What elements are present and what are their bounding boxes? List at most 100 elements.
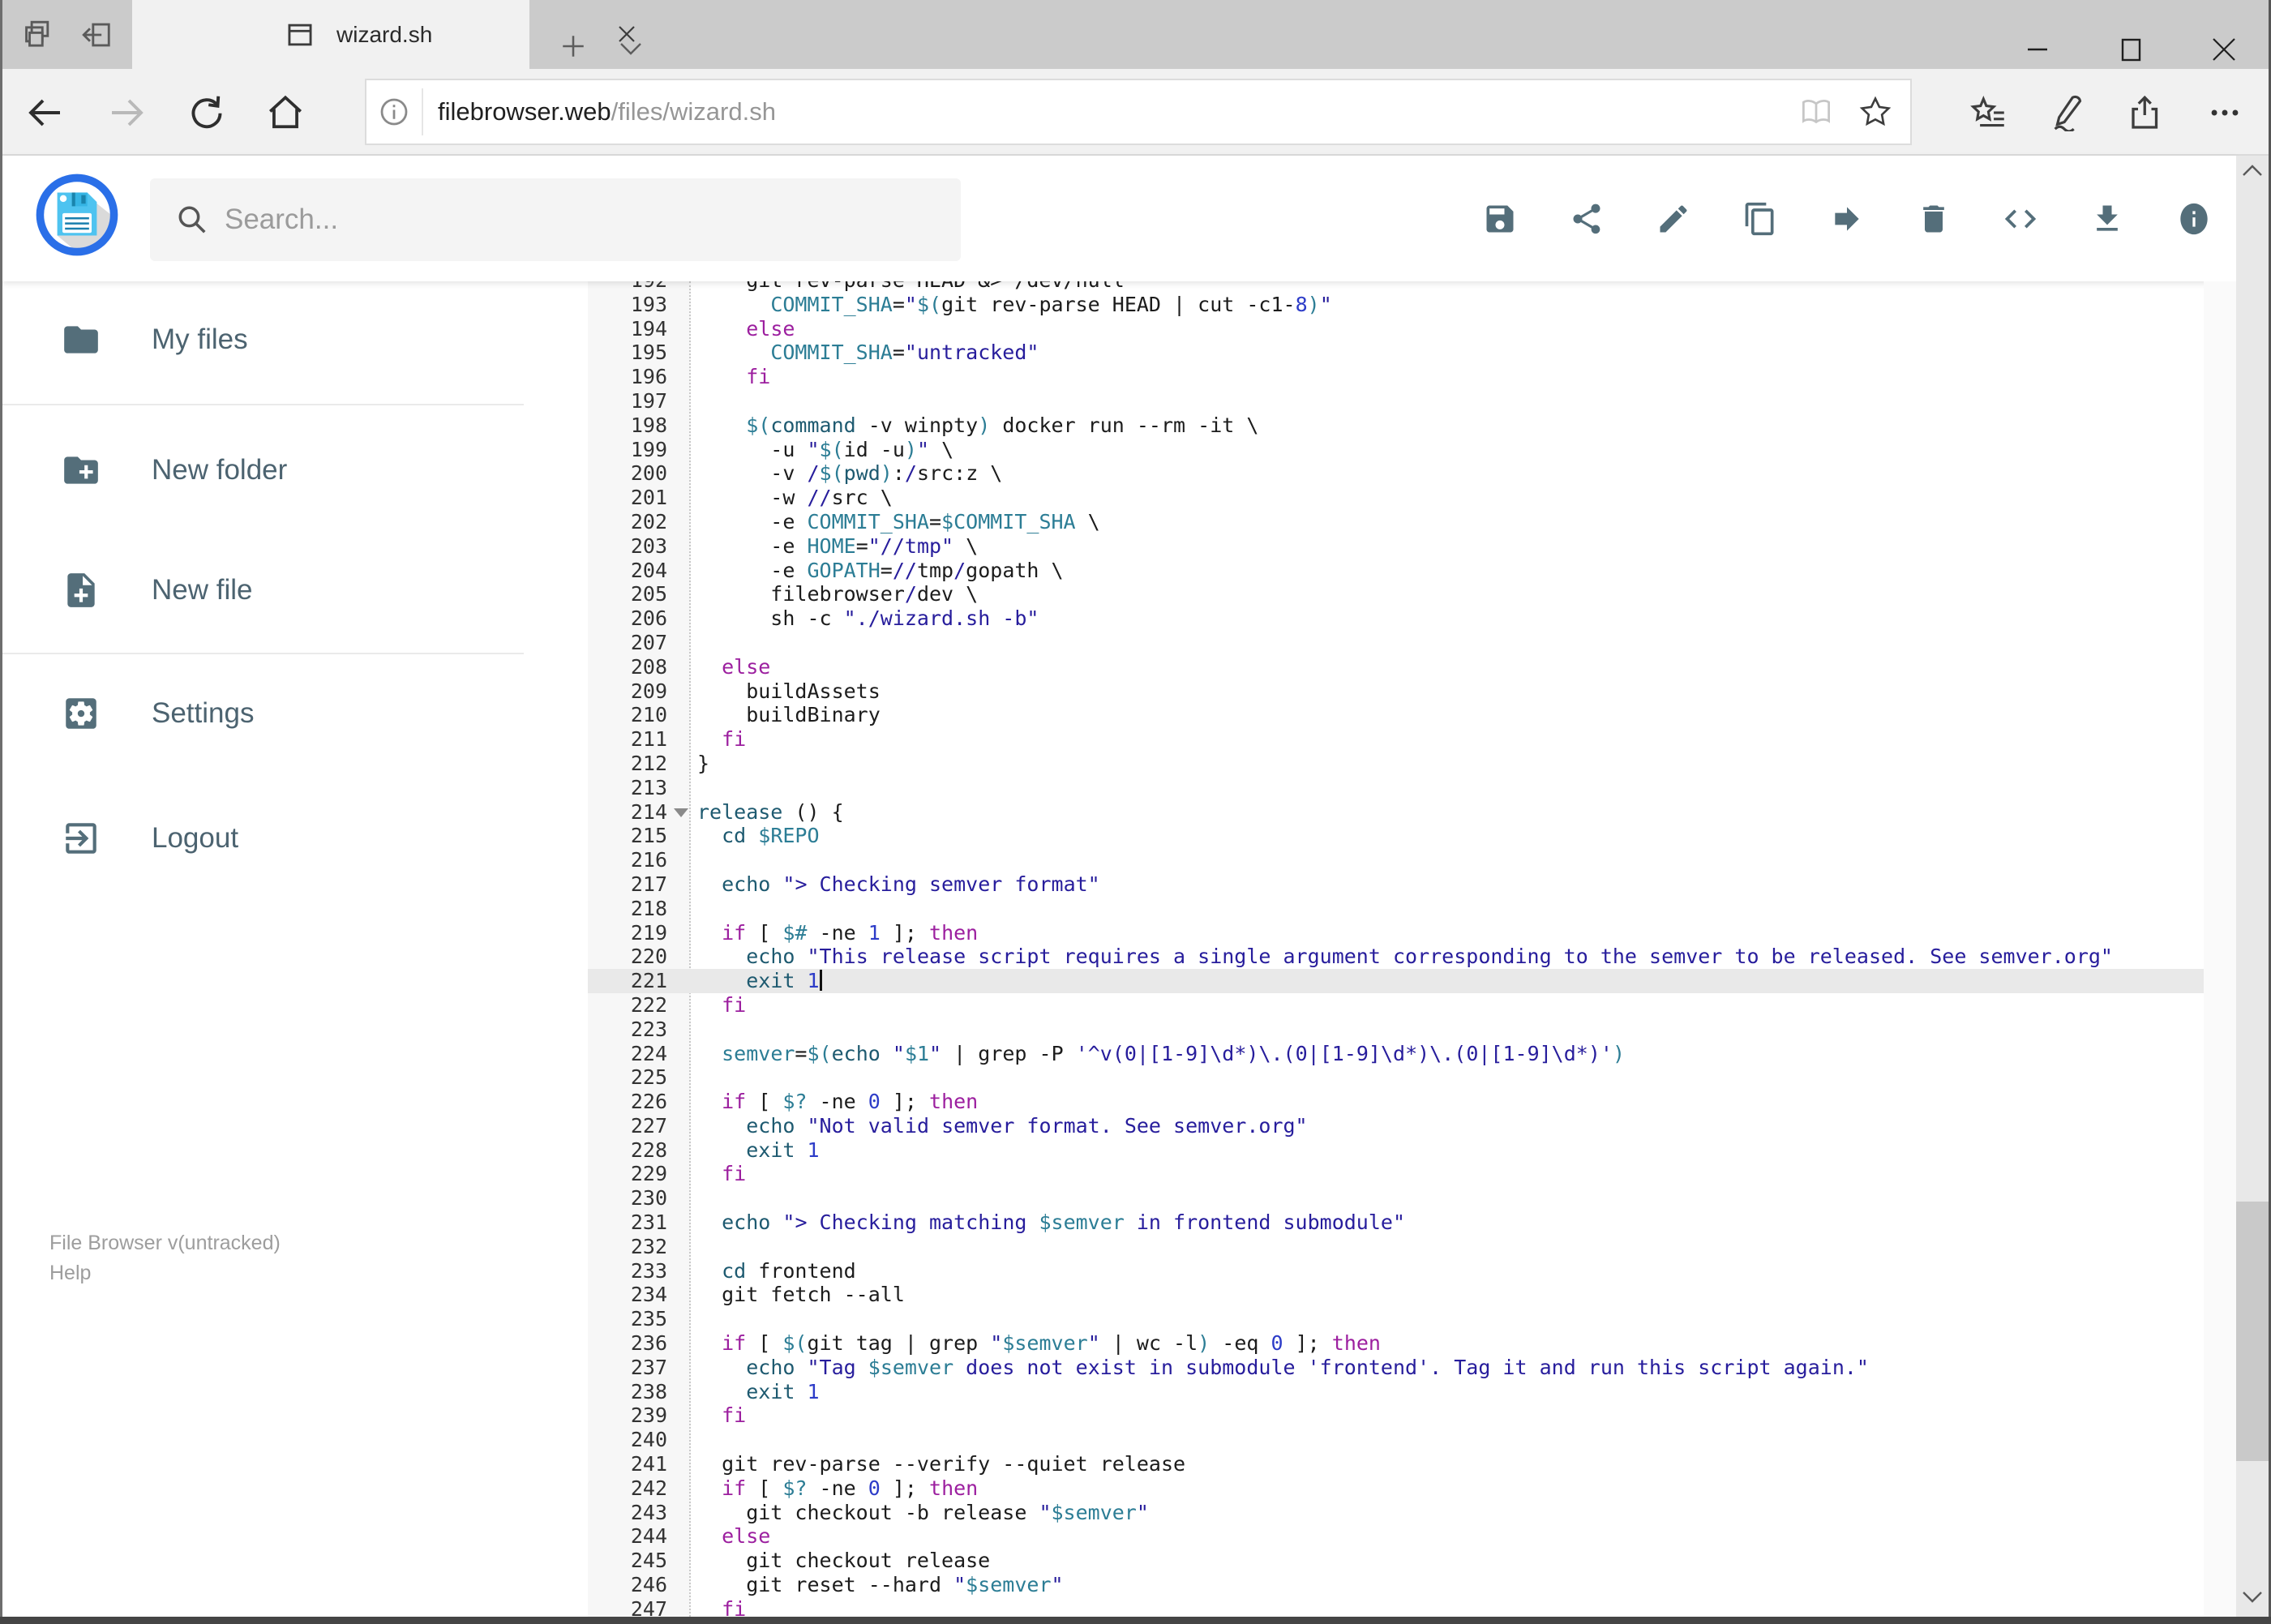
code-line-203[interactable]: 203 -e HOME="//tmp" \ [524,534,2236,559]
code-line-194[interactable]: 194 else [524,317,2236,341]
code-line-201[interactable]: 201 -w //src \ [524,486,2236,510]
code-line-223[interactable]: 223 [524,1018,2236,1042]
code-line-238[interactable]: 238 exit 1 [524,1380,2236,1404]
code-line-192[interactable]: 192 git rev-parse HEAD &> /dev/null [524,281,2236,293]
code-line-202[interactable]: 202 -e COMMIT_SHA=$COMMIT_SHA \ [524,510,2236,534]
line-number[interactable]: 208 [588,655,667,679]
line-number[interactable]: 239 [588,1403,667,1428]
line-number[interactable]: 220 [588,945,667,969]
more-options-icon[interactable] [2199,69,2251,156]
line-number[interactable]: 210 [588,703,667,727]
home-icon[interactable] [259,69,311,156]
window-close-button[interactable] [2210,36,2238,63]
code-line-225[interactable]: 225 [524,1065,2236,1090]
line-number[interactable]: 202 [588,510,667,534]
line-number[interactable]: 205 [588,582,667,606]
line-number[interactable]: 219 [588,921,667,945]
line-number[interactable]: 206 [588,606,667,631]
line-number[interactable]: 216 [588,848,667,872]
line-number[interactable]: 242 [588,1476,667,1501]
code-line-210[interactable]: 210 buildBinary [524,703,2236,727]
site-info-icon[interactable] [378,96,410,128]
sidebar-item-new-file[interactable]: New file [2,550,524,631]
sidebar-item-logout[interactable]: Logout [2,798,524,879]
search-box[interactable] [150,178,961,261]
annotate-pen-icon[interactable] [2041,69,2093,156]
code-line-214[interactable]: 214 release () { [524,800,2236,825]
line-number[interactable]: 212 [588,752,667,776]
search-input[interactable] [225,204,961,236]
code-line-218[interactable]: 218 [524,897,2236,921]
line-number[interactable]: 201 [588,486,667,510]
line-number[interactable]: 229 [588,1162,667,1186]
url-text[interactable]: filebrowser.web/files/wizard.sh [438,97,1798,126]
move-button[interactable] [1803,156,1890,281]
code-line-235[interactable]: 235 [524,1307,2236,1331]
code-line-231[interactable]: 231 echo "> Checking matching $semver in… [524,1211,2236,1235]
code-line-193[interactable]: 193 COMMIT_SHA="$(git rev-parse HEAD | c… [524,293,2236,317]
favorite-star-icon[interactable] [1858,95,1892,129]
line-number[interactable]: 207 [588,631,667,655]
code-line-233[interactable]: 233 cd frontend [524,1259,2236,1283]
line-number[interactable]: 226 [588,1090,667,1114]
scroll-up-icon[interactable] [2239,162,2265,180]
code-line-207[interactable]: 207 [524,631,2236,655]
code-line-226[interactable]: 226 if [ $? -ne 0 ]; then [524,1090,2236,1114]
page-scrollbar[interactable] [2236,156,2269,1617]
share-file-button[interactable] [1543,156,1630,281]
window-minimize-button[interactable] [2024,36,2051,63]
code-line-195[interactable]: 195 COMMIT_SHA="untracked" [524,341,2236,365]
line-number[interactable]: 198 [588,413,667,438]
code-line-204[interactable]: 204 -e GOPATH=//tmp/gopath \ [524,559,2236,583]
line-number[interactable]: 236 [588,1331,667,1356]
save-button[interactable] [1456,156,1543,281]
line-number[interactable]: 223 [588,1018,667,1042]
tab-preview-icon[interactable] [21,18,55,52]
code-line-228[interactable]: 228 exit 1 [524,1138,2236,1163]
code-line-212[interactable]: 212} [524,752,2236,776]
code-line-237[interactable]: 237 echo "Tag $semver does not exist in … [524,1356,2236,1380]
code-line-244[interactable]: 244 else [524,1524,2236,1549]
share-icon[interactable] [2119,69,2171,156]
line-number[interactable]: 217 [588,872,667,897]
tab-list-chevron-icon[interactable] [618,41,644,57]
line-number[interactable]: 214 [588,800,667,825]
code-line-220[interactable]: 220 echo "This release script requires a… [524,945,2236,969]
code-line-197[interactable]: 197 [524,389,2236,413]
code-line-211[interactable]: 211 fi [524,727,2236,752]
line-number[interactable]: 215 [588,824,667,848]
sidebar-item-settings[interactable]: Settings [2,673,524,754]
line-number[interactable]: 204 [588,559,667,583]
line-number[interactable]: 224 [588,1042,667,1066]
code-line-221[interactable]: 221 exit 1 [524,969,2236,993]
back-icon[interactable] [19,69,71,156]
fold-arrow-icon[interactable] [674,808,688,817]
line-number[interactable]: 221 [588,969,667,993]
code-line-236[interactable]: 236 if [ $(git tag | grep "$semver" | wc… [524,1331,2236,1356]
code-line-206[interactable]: 206 sh -c "./wizard.sh -b" [524,606,2236,631]
code-line-217[interactable]: 217 echo "> Checking semver format" [524,872,2236,897]
line-number[interactable]: 230 [588,1186,667,1211]
code-line-241[interactable]: 241 git rev-parse --verify --quiet relea… [524,1452,2236,1476]
code-line-205[interactable]: 205 filebrowser/dev \ [524,582,2236,606]
code-line-224[interactable]: 224 semver=$(echo "$1" | grep -P '^v(0|[… [524,1042,2236,1066]
line-number[interactable]: 193 [588,293,667,317]
edit-button[interactable] [1630,156,1716,281]
copy-button[interactable] [1716,156,1803,281]
line-number[interactable]: 197 [588,389,667,413]
code-line-215[interactable]: 215 cd $REPO [524,824,2236,848]
delete-button[interactable] [1890,156,1977,281]
scrollbar-thumb[interactable] [2236,1202,2269,1461]
line-number[interactable]: 234 [588,1283,667,1307]
line-number[interactable]: 196 [588,365,667,389]
line-number[interactable]: 233 [588,1259,667,1283]
line-number[interactable]: 192 [588,281,667,293]
line-number[interactable]: 228 [588,1138,667,1163]
code-line-198[interactable]: 198 $(command -v winpty) docker run --rm… [524,413,2236,438]
new-tab-icon[interactable] [559,32,587,60]
code-line-216[interactable]: 216 [524,848,2236,872]
line-number[interactable]: 245 [588,1549,667,1573]
line-number[interactable]: 240 [588,1428,667,1452]
line-number[interactable]: 211 [588,727,667,752]
code-line-219[interactable]: 219 if [ $# -ne 1 ]; then [524,921,2236,945]
